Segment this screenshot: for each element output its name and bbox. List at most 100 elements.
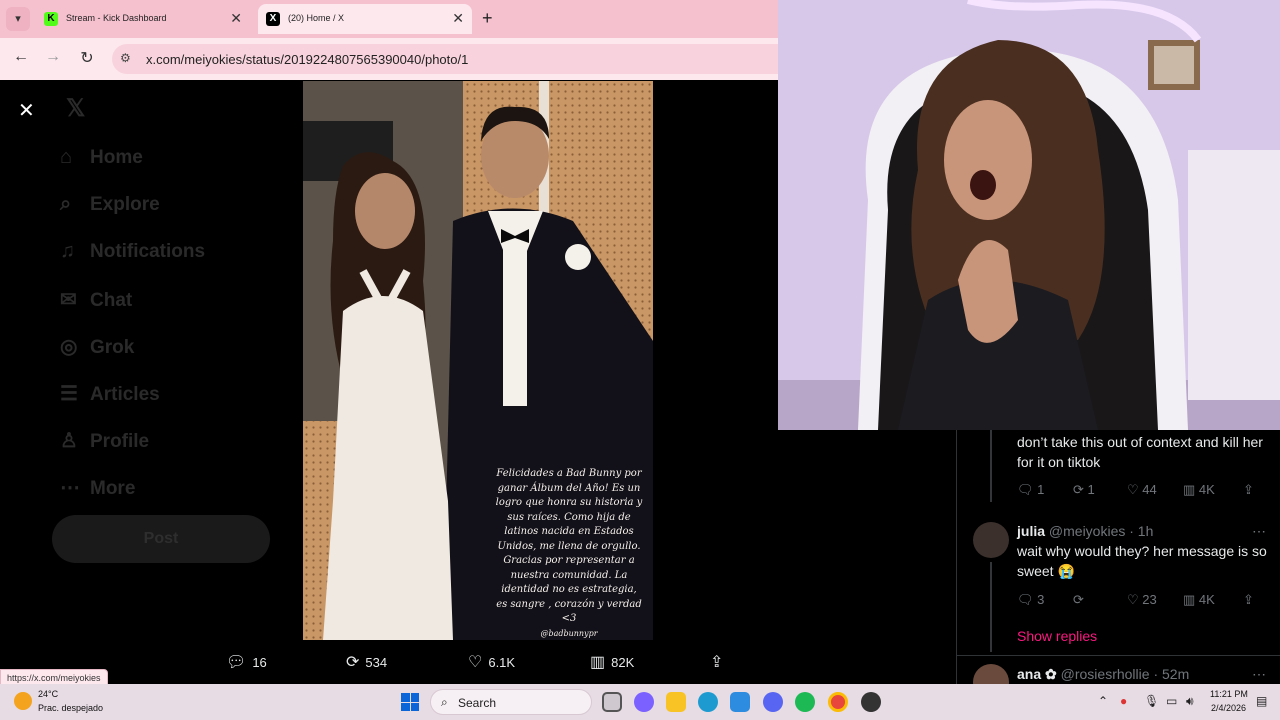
reply-text: wait why would they? her message is so s… bbox=[1017, 543, 1267, 579]
reload-icon[interactable]: ↻ bbox=[76, 48, 98, 68]
tab-search-button[interactable]: ▾ bbox=[6, 7, 30, 31]
like-action[interactable]: ♡ 44 bbox=[1127, 482, 1157, 498]
reply-author-handle[interactable]: @meiyokies bbox=[1049, 523, 1125, 539]
new-tab-button[interactable]: + bbox=[482, 8, 493, 29]
copilot-icon[interactable] bbox=[634, 692, 654, 712]
tab-x-home[interactable]: X (20) Home / X ✕ bbox=[258, 4, 472, 34]
x-logo-icon: 𝕏 bbox=[66, 95, 86, 122]
views-action[interactable]: ▥ 4K bbox=[1183, 592, 1215, 608]
reply-header: julia @meiyokies · 1h bbox=[1017, 523, 1153, 539]
share-icon[interactable]: ⇪ bbox=[1243, 482, 1254, 498]
store-icon[interactable] bbox=[730, 692, 750, 712]
more-icon: ⋯ bbox=[60, 477, 80, 499]
task-view-icon[interactable] bbox=[602, 692, 622, 712]
clock-time[interactable]: 11:21 PM bbox=[1210, 689, 1248, 699]
views-action[interactable]: ▥ 4K bbox=[1183, 482, 1215, 498]
share-icon[interactable]: ⇪ bbox=[1243, 592, 1254, 608]
reply-action[interactable]: 💬︎ 16 bbox=[226, 652, 267, 672]
view-count: 82K bbox=[611, 655, 635, 670]
home-icon: ⌂ bbox=[60, 146, 73, 168]
nav-label: Notifications bbox=[90, 241, 206, 262]
network-icon[interactable]: ▭ bbox=[1166, 694, 1177, 708]
bell-icon: ♫ bbox=[60, 240, 75, 262]
reply-action[interactable]: 🗨︎ 1 bbox=[1017, 482, 1044, 498]
views-action[interactable]: ▥ 82K bbox=[590, 652, 634, 672]
avatar[interactable] bbox=[973, 522, 1009, 558]
grok-icon: ◎ bbox=[60, 336, 78, 358]
nav-label: Explore bbox=[90, 194, 160, 215]
repost-action[interactable]: ⟳ 534 bbox=[346, 652, 387, 672]
tray-app-icon[interactable]: ● bbox=[1120, 694, 1127, 708]
tray-overflow-icon[interactable]: ⌃ bbox=[1098, 694, 1108, 708]
nav-profile: ♙ Profile bbox=[60, 428, 149, 453]
caption-tag: @badbunnypr bbox=[540, 628, 598, 638]
avatar[interactable] bbox=[973, 664, 1009, 684]
like-count: 23 bbox=[1142, 592, 1157, 607]
site-info-icon[interactable]: ⚙ bbox=[120, 51, 131, 65]
nav-label: Articles bbox=[90, 384, 160, 405]
close-tab-icon[interactable]: ✕ bbox=[230, 10, 242, 27]
weather-temperature[interactable]: 24°C bbox=[38, 689, 58, 699]
obs-icon[interactable] bbox=[861, 692, 881, 712]
view-count: 4K bbox=[1198, 592, 1215, 607]
more-options-icon[interactable]: ⋯ bbox=[1252, 523, 1266, 540]
repost-action[interactable]: ⟳ 1 bbox=[1073, 482, 1095, 498]
microphone-icon[interactable]: 🎙︎ bbox=[1144, 694, 1159, 708]
nav-more: ⋯ More bbox=[60, 475, 135, 500]
nav-label: More bbox=[90, 478, 136, 499]
replies-panel: don’t take this out of context and kill … bbox=[956, 430, 1280, 684]
file-explorer-icon[interactable] bbox=[666, 692, 686, 712]
articles-icon: ☰ bbox=[60, 383, 78, 405]
url-field[interactable]: ⚙ x.com/meiyokies/status/201922480756539… bbox=[112, 44, 792, 74]
notification-icon[interactable]: ▤ bbox=[1256, 694, 1267, 708]
post-button: Post bbox=[52, 515, 270, 563]
weather-icon[interactable] bbox=[14, 692, 32, 710]
nav-chat: ✉ Chat bbox=[60, 287, 132, 312]
chrome-icon[interactable] bbox=[828, 692, 848, 712]
more-options-icon[interactable]: ⋯ bbox=[1252, 666, 1266, 683]
close-photo-icon[interactable]: ✕ bbox=[18, 98, 35, 123]
weather-description[interactable]: Prac. despejado bbox=[38, 703, 103, 713]
reply-text: don’t take this out of context and kill … bbox=[1017, 434, 1263, 470]
thread-line bbox=[990, 430, 992, 502]
profile-icon: ♙ bbox=[60, 430, 78, 452]
share-icon: ⇪ bbox=[710, 654, 724, 671]
reply-author-handle[interactable]: @rosiesrhollie bbox=[1061, 666, 1150, 682]
reply-header: ana ✿ @rosiesrhollie · 52m bbox=[1017, 666, 1189, 683]
heart-icon: ♡ bbox=[468, 654, 483, 671]
clock-date[interactable]: 2/4/2026 bbox=[1211, 703, 1246, 713]
close-tab-icon[interactable]: ✕ bbox=[452, 10, 464, 27]
repost-action[interactable]: ⟳ bbox=[1073, 592, 1084, 608]
link-status-url: https://x.com/meiyokies bbox=[0, 669, 108, 685]
back-icon[interactable]: ← bbox=[10, 48, 32, 66]
nav-label: Chat bbox=[90, 290, 133, 311]
repost-count: 534 bbox=[365, 655, 388, 670]
divider bbox=[957, 655, 1280, 656]
reply-author-name[interactable]: julia bbox=[1017, 523, 1045, 539]
nav-label: Grok bbox=[90, 337, 135, 358]
reply-author-name[interactable]: ana ✿ bbox=[1017, 666, 1057, 682]
reply-count: 3 bbox=[1037, 592, 1045, 607]
bar-chart-icon: ▥ bbox=[590, 654, 606, 671]
like-action[interactable]: ♡ 6.1K bbox=[468, 652, 515, 672]
search-icon: ⌕ bbox=[60, 193, 72, 215]
caption-text: Felicidades a Bad Bunny por ganar Álbum … bbox=[495, 468, 643, 624]
start-menu-icon[interactable] bbox=[401, 693, 419, 711]
spotify-icon[interactable] bbox=[795, 692, 815, 712]
view-count: 4K bbox=[1198, 482, 1215, 497]
share-action[interactable]: ⇪ bbox=[710, 652, 729, 672]
show-replies-link[interactable]: Show replies bbox=[1017, 628, 1097, 644]
repost-count: 1 bbox=[1087, 482, 1095, 497]
like-action[interactable]: ♡ 23 bbox=[1127, 592, 1157, 608]
tab-title: (20) Home / X bbox=[288, 13, 345, 23]
nav-label: Profile bbox=[90, 431, 150, 452]
tweet-photo[interactable]: Felicidades a Bad Bunny por ganar Álbum … bbox=[303, 81, 653, 640]
edge-icon[interactable] bbox=[698, 692, 718, 712]
discord-icon[interactable] bbox=[763, 692, 783, 712]
taskbar-search[interactable]: ⌕ Search bbox=[430, 689, 592, 715]
volume-icon[interactable]: 🔊︎ bbox=[1186, 694, 1194, 709]
forward-icon[interactable]: → bbox=[42, 48, 64, 66]
tab-kick-dashboard[interactable]: K Stream - Kick Dashboard ✕ bbox=[36, 4, 250, 34]
reply-action[interactable]: 🗨︎ 3 bbox=[1017, 592, 1044, 608]
nav-home: ⌂ Home bbox=[60, 146, 143, 169]
